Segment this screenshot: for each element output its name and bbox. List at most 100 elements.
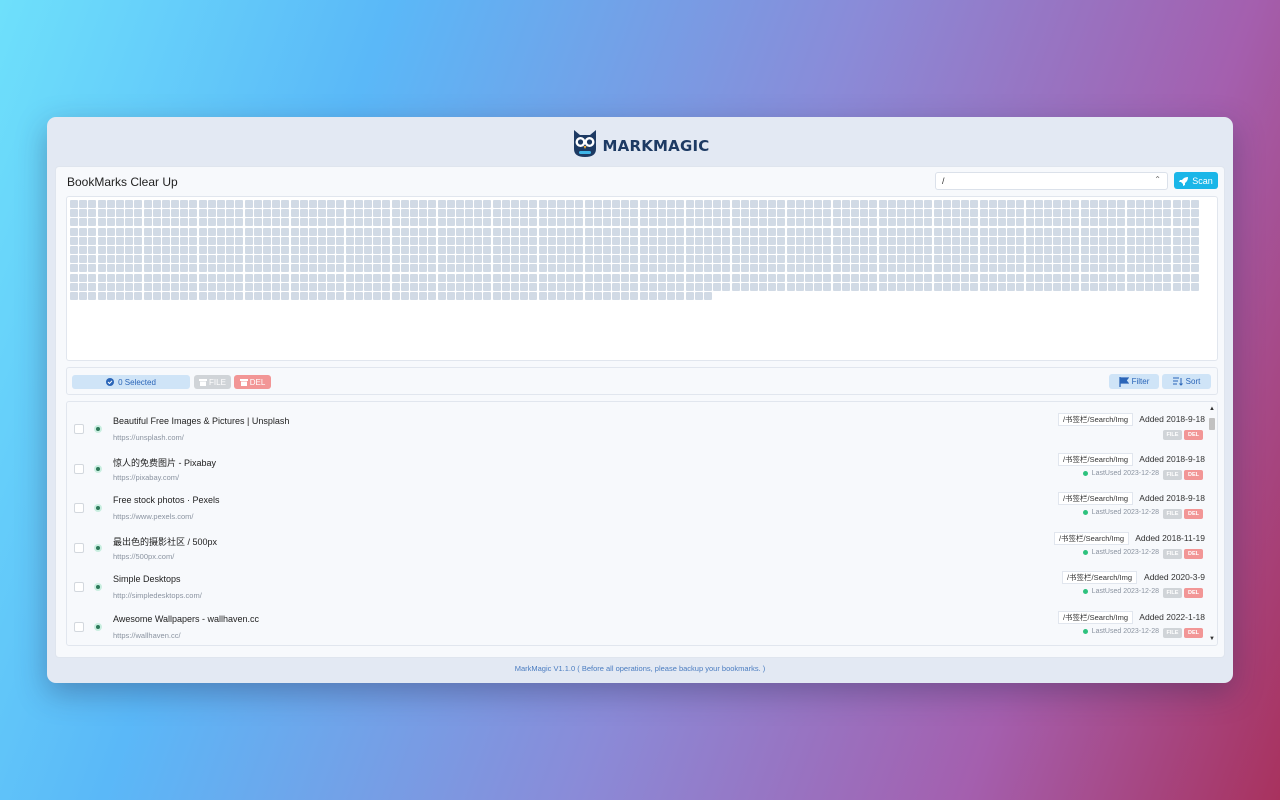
bookmark-cell[interactable] [1108, 273, 1117, 282]
bookmark-cell[interactable] [189, 236, 198, 245]
bookmark-cell[interactable] [630, 200, 639, 208]
bookmark-cell[interactable] [924, 227, 933, 236]
bookmark-cell[interactable] [703, 227, 712, 236]
bookmark-cell[interactable] [272, 209, 281, 218]
bookmark-cell[interactable] [1181, 200, 1190, 208]
scan-button[interactable]: Scan [1174, 172, 1218, 189]
bookmark-cell[interactable] [189, 282, 198, 291]
bookmark-cell[interactable] [115, 236, 124, 245]
bookmark-cell[interactable] [722, 282, 731, 291]
bookmark-cell[interactable] [602, 209, 611, 218]
bookmark-cell[interactable] [667, 282, 676, 291]
bookmark-cell[interactable] [1080, 255, 1089, 264]
bookmark-cell[interactable] [850, 282, 859, 291]
bookmark-cell[interactable] [419, 209, 428, 218]
bookmark-cell[interactable] [79, 291, 88, 300]
bookmark-cell[interactable] [1190, 282, 1199, 291]
bookmark-cell[interactable] [511, 291, 519, 300]
bookmark-cell[interactable] [511, 264, 519, 273]
bookmark-cell[interactable] [483, 255, 492, 264]
bookmark-cell[interactable] [538, 264, 547, 273]
bookmark-cell[interactable] [465, 245, 474, 254]
bookmark-cell[interactable] [703, 236, 712, 245]
bookmark-cell[interactable] [1080, 209, 1089, 218]
bookmark-cell[interactable] [474, 227, 483, 236]
bookmark-cell[interactable] [345, 255, 354, 264]
bookmark-cell[interactable] [483, 273, 492, 282]
bookmark-cell[interactable] [428, 273, 437, 282]
bookmark-cell[interactable] [198, 200, 207, 208]
bookmark-cell[interactable] [272, 200, 281, 208]
bookmark-cell[interactable] [786, 245, 795, 254]
bookmark-cell[interactable] [970, 273, 979, 282]
bookmark-cell[interactable] [639, 200, 648, 208]
bookmark-cell[interactable] [1071, 264, 1080, 273]
bookmark-cell[interactable] [1135, 273, 1144, 282]
bookmark-cell[interactable] [584, 273, 593, 282]
bookmark-cell[interactable] [400, 282, 409, 291]
bookmark-cell[interactable] [70, 245, 78, 254]
bookmark-cell[interactable] [391, 200, 400, 208]
bookmark-cell[interactable] [336, 227, 345, 236]
bookmark-cell[interactable] [860, 236, 869, 245]
bookmark-cell[interactable] [556, 236, 565, 245]
bookmark-cell[interactable] [1016, 255, 1025, 264]
bookmark-cell[interactable] [409, 236, 418, 245]
bookmark-cell[interactable] [887, 255, 896, 264]
bookmark-cell[interactable] [1016, 200, 1025, 208]
bookmark-cell[interactable] [1071, 209, 1080, 218]
bookmark-cell[interactable] [79, 255, 88, 264]
bookmark-cell[interactable] [1144, 273, 1153, 282]
bookmark-cell[interactable] [437, 236, 446, 245]
bookmark-cell[interactable] [1126, 227, 1135, 236]
bookmark-cell[interactable] [125, 291, 134, 300]
row-delete-button[interactable]: DEL [1184, 588, 1203, 598]
bookmark-cell[interactable] [713, 200, 722, 208]
bookmark-cell[interactable] [125, 209, 134, 218]
bookmark-cell[interactable] [161, 264, 170, 273]
bookmark-cell[interactable] [1144, 209, 1153, 218]
bookmark-cell[interactable] [400, 264, 409, 273]
bookmark-cell[interactable] [547, 209, 556, 218]
bookmark-cell[interactable] [860, 282, 869, 291]
bookmark-cell[interactable] [942, 200, 951, 208]
bookmark-cell[interactable] [1154, 255, 1163, 264]
bookmark-cell[interactable] [373, 218, 382, 227]
bookmark-cell[interactable] [970, 200, 979, 208]
bookmark-cell[interactable] [795, 264, 804, 273]
bookmark-cell[interactable] [409, 209, 418, 218]
bookmark-cell[interactable] [189, 264, 198, 273]
bookmark-cell[interactable] [602, 218, 611, 227]
bookmark-cell[interactable] [382, 218, 391, 227]
bookmark-cell[interactable] [915, 245, 924, 254]
bookmark-cell[interactable] [134, 273, 143, 282]
bookmark-cell[interactable] [933, 218, 942, 227]
bookmark-cell[interactable] [511, 245, 519, 254]
bookmark-cell[interactable] [547, 200, 556, 208]
bookmark-cell[interactable] [354, 236, 363, 245]
bookmark-cell[interactable] [896, 282, 905, 291]
bookmark-cell[interactable] [997, 227, 1006, 236]
bookmark-cell[interactable] [419, 236, 428, 245]
bookmark-cell[interactable] [667, 273, 676, 282]
bookmark-cell[interactable] [253, 264, 262, 273]
bookmark-cell[interactable] [336, 245, 345, 254]
bookmark-cell[interactable] [511, 209, 519, 218]
bookmark-cell[interactable] [161, 218, 170, 227]
bookmark-cell[interactable] [1099, 255, 1107, 264]
bookmark-cell[interactable] [814, 255, 823, 264]
bookmark-cell[interactable] [676, 255, 685, 264]
bookmark-cell[interactable] [621, 227, 630, 236]
bookmark-cell[interactable] [694, 209, 703, 218]
bookmark-cell[interactable] [1007, 255, 1016, 264]
sort-button[interactable]: Sort [1162, 374, 1211, 389]
bookmark-cell[interactable] [602, 255, 611, 264]
bookmark-cell[interactable] [1172, 273, 1181, 282]
bookmark-cell[interactable] [308, 282, 317, 291]
bookmark-cell[interactable] [740, 282, 749, 291]
bookmark-cell[interactable] [1025, 200, 1034, 208]
bookmark-cell[interactable] [345, 291, 354, 300]
bookmark-cell[interactable] [161, 273, 170, 282]
bookmark-cell[interactable] [336, 273, 345, 282]
bookmark-cell[interactable] [520, 282, 529, 291]
